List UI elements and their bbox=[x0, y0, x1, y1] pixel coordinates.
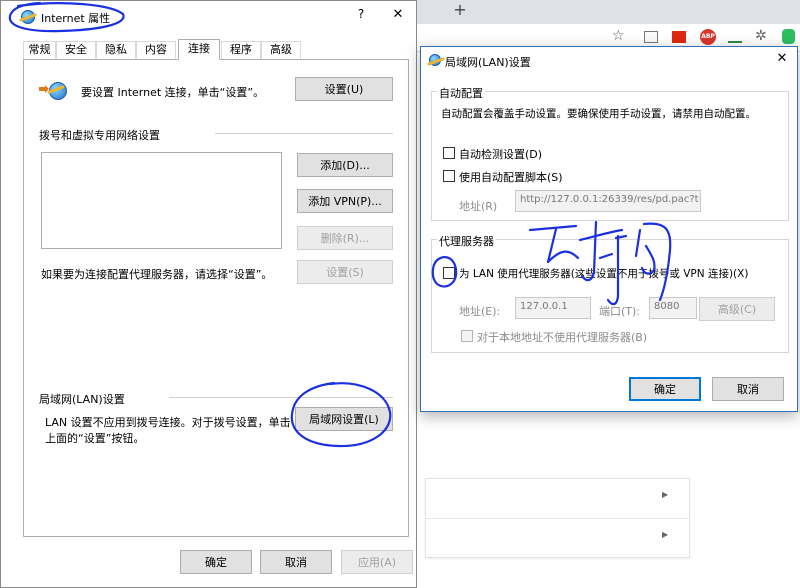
proxy-hint: 如果要为连接配置代理服务器，请选择“设置”。 bbox=[41, 268, 273, 281]
lan-note-line-2: 上面的“设置”按钮。 bbox=[45, 432, 145, 445]
ie-globe-icon bbox=[21, 10, 35, 24]
settings-button[interactable]: 设置(S) bbox=[297, 260, 393, 284]
card-divider bbox=[425, 518, 690, 519]
ok-button[interactable]: 确定 bbox=[180, 550, 252, 574]
advanced-button[interactable]: 高级(C) bbox=[699, 297, 775, 321]
star-icon[interactable]: ☆ bbox=[612, 28, 625, 44]
setup-button[interactable]: 设置(U) bbox=[295, 77, 393, 101]
tab-advanced[interactable]: 高级 bbox=[261, 41, 301, 59]
new-tab-button[interactable]: + bbox=[450, 1, 470, 21]
remove-button[interactable]: 删除(R)... bbox=[297, 226, 393, 250]
tab-strip: 常规 安全 隐私 内容 连接 程序 高级 bbox=[23, 39, 403, 60]
lan-section-heading: 局域网(LAN)设置 bbox=[39, 393, 125, 406]
lan-settings-button[interactable]: 局域网设置(L) bbox=[295, 407, 393, 431]
gmail-icon[interactable] bbox=[644, 31, 658, 43]
use-proxy-label: 为 LAN 使用代理服务器(这些设置不用于拨号或 VPN 连接)(X) bbox=[459, 268, 749, 280]
tab-privacy[interactable]: 隐私 bbox=[96, 41, 136, 59]
script-address-input[interactable]: http://127.0.0.1:26339/res/pd.pac?t= bbox=[515, 190, 701, 212]
close-icon[interactable]: ✕ bbox=[773, 51, 791, 69]
close-icon[interactable]: ✕ bbox=[389, 7, 407, 25]
ie-globe-icon bbox=[429, 54, 441, 66]
section-divider bbox=[215, 133, 393, 134]
auto-detect-checkbox[interactable] bbox=[443, 147, 455, 159]
tab-content[interactable]: 内容 bbox=[136, 41, 176, 59]
tab-programs[interactable]: 程序 bbox=[221, 41, 261, 59]
auto-config-heading: 自动配置 bbox=[437, 85, 485, 101]
chart-extension-icon[interactable] bbox=[728, 31, 742, 43]
connections-listbox[interactable] bbox=[41, 152, 282, 249]
lan-settings-dialog: 局域网(LAN)设置 ✕ 自动配置 自动配置会覆盖手动设置。要确保使用手动设置，… bbox=[420, 46, 798, 412]
use-script-label: 使用自动配置脚本(S) bbox=[459, 171, 563, 184]
port-input[interactable]: 8080 bbox=[649, 297, 697, 319]
lan-cancel-button[interactable]: 取消 bbox=[712, 377, 784, 401]
auto-config-description: 自动配置会覆盖手动设置。要确保使用手动设置，请禁用自动配置。 bbox=[441, 108, 756, 120]
apply-button[interactable]: 应用(A) bbox=[341, 550, 413, 574]
cancel-button[interactable]: 取消 bbox=[260, 550, 332, 574]
adblock-plus-icon[interactable]: ABP bbox=[700, 29, 716, 45]
flag-extension-icon[interactable] bbox=[672, 31, 686, 43]
lan-ok-button[interactable]: 确定 bbox=[629, 377, 701, 401]
internet-properties-dialog: Internet 属性 ? ✕ 常规 安全 隐私 内容 连接 程序 高级 要设置… bbox=[0, 0, 417, 588]
auto-detect-label: 自动检测设置(D) bbox=[459, 148, 543, 161]
use-proxy-checkbox[interactable] bbox=[443, 267, 455, 279]
chevron-right-icon[interactable]: ▶ bbox=[662, 490, 668, 499]
port-label: 端口(T): bbox=[599, 305, 641, 318]
internet-connection-icon bbox=[49, 82, 67, 100]
lan-note-line-1: LAN 设置不应用到拨号连接。对于拨号设置，单击 bbox=[45, 416, 291, 429]
tab-security[interactable]: 安全 bbox=[56, 41, 96, 59]
proxy-address-input[interactable]: 127.0.0.1 bbox=[515, 297, 591, 319]
bypass-local-label: 对于本地地址不使用代理服务器(B) bbox=[477, 331, 648, 344]
evernote-icon[interactable] bbox=[782, 29, 795, 44]
add-vpn-button[interactable]: 添加 VPN(P)... bbox=[297, 189, 393, 213]
tab-general[interactable]: 常规 bbox=[23, 41, 56, 59]
tab-connections[interactable]: 连接 bbox=[178, 39, 220, 60]
add-button[interactable]: 添加(D)... bbox=[297, 153, 393, 177]
lan-dialog-title: 局域网(LAN)设置 bbox=[445, 56, 531, 69]
proxy-server-heading: 代理服务器 bbox=[437, 233, 496, 249]
chevron-right-icon[interactable]: ▶ bbox=[662, 530, 668, 539]
setup-instruction: 要设置 Internet 连接，单击“设置”。 bbox=[81, 86, 265, 99]
script-address-label: 地址(R) bbox=[459, 200, 498, 213]
section-divider bbox=[169, 397, 393, 398]
proxy-address-label: 地址(E): bbox=[459, 305, 501, 318]
use-script-checkbox[interactable] bbox=[443, 170, 455, 182]
bypass-local-checkbox[interactable] bbox=[461, 330, 473, 342]
help-button[interactable]: ? bbox=[353, 7, 369, 25]
gear-extension-icon[interactable]: ✲ bbox=[755, 28, 767, 44]
dialup-section-heading: 拨号和虚拟专用网络设置 bbox=[39, 129, 160, 142]
dialog-title: Internet 属性 bbox=[41, 12, 111, 25]
